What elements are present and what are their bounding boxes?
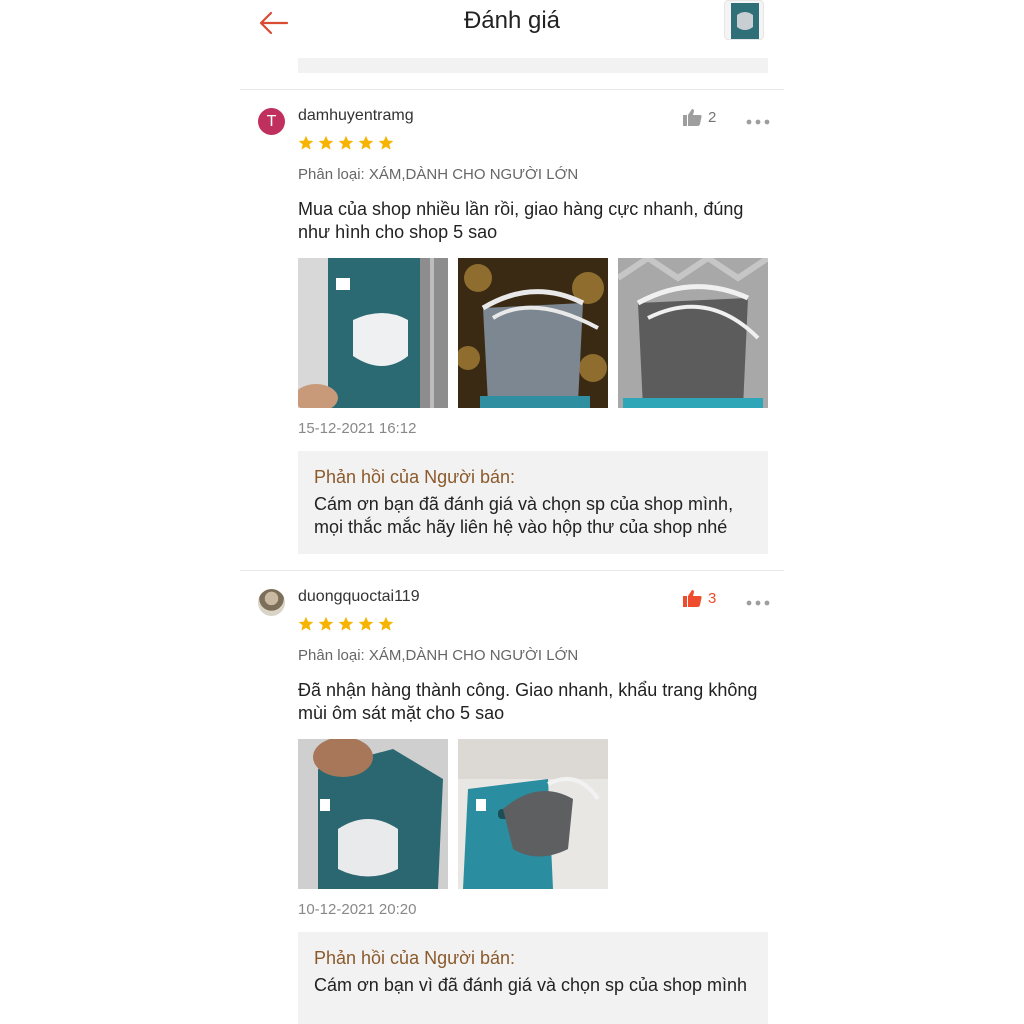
avatar[interactable] (258, 589, 285, 616)
avatar[interactable]: T (258, 108, 285, 135)
review-photo[interactable] (298, 739, 448, 889)
page-title: Đánh giá (463, 7, 561, 34)
variant-label: Phân loại: XÁM,DÀNH CHO NGƯỜI LỚN (298, 166, 579, 183)
like-button[interactable]: 2 (682, 107, 722, 127)
seller-reply: Phản hồi của Người bán: Cám ơn bạn vì đã… (298, 932, 768, 1024)
like-count: 2 (708, 108, 717, 126)
review-comment: Mua của shop nhiều lần rồi, giao hàng cự… (298, 199, 744, 242)
seller-reply: Phản hồi của Người bán: Cám ơn bạn đã đá… (298, 451, 768, 554)
like-button[interactable]: 3 (682, 588, 722, 608)
review-photo[interactable] (618, 258, 768, 408)
review-item: duongquoctai119 3 Phân loại: XÁM,DÀNH CH… (240, 571, 784, 1024)
more-dots-icon (746, 119, 770, 125)
star-rating (298, 135, 394, 151)
star-icon (318, 135, 334, 150)
username[interactable]: damhuyentramg (298, 107, 414, 125)
review-photo[interactable] (458, 258, 608, 408)
star-rating (298, 616, 394, 632)
star-icon (298, 135, 314, 150)
variant-label: Phân loại: XÁM,DÀNH CHO NGƯỜI LỚN (298, 647, 579, 664)
review-photos (298, 258, 768, 408)
star-icon (358, 616, 374, 631)
star-icon (358, 135, 374, 150)
review-comment: Đã nhận hàng thành công. Giao nhanh, khẩ… (298, 680, 758, 723)
thumbs-up-icon (683, 590, 702, 607)
seller-reply-title: Phản hồi của Người bán: (314, 467, 515, 487)
thumbs-up-icon (683, 109, 702, 126)
like-count: 3 (708, 589, 717, 607)
previous-reply-box (298, 58, 768, 73)
username[interactable]: duongquoctai119 (298, 588, 420, 606)
review-item: T damhuyentramg 2 Phân loại: XÁM,DÀNH CH… (240, 90, 784, 570)
review-photo[interactable] (458, 739, 608, 889)
more-dots-icon (746, 600, 770, 606)
top-bar: Đánh giá (240, 0, 784, 44)
review-date: 10-12-2021 20:20 (298, 901, 417, 918)
review-date: 15-12-2021 16:12 (298, 420, 417, 437)
star-icon (298, 616, 314, 631)
more-options-button[interactable] (746, 594, 770, 606)
more-options-button[interactable] (746, 113, 770, 125)
star-icon (318, 616, 334, 631)
seller-reply-text: Cám ơn bạn đã đánh giá và chọn sp của sh… (314, 494, 734, 537)
star-icon (378, 616, 394, 631)
seller-reply-title: Phản hồi của Người bán: (314, 948, 515, 968)
seller-reply-text: Cám ơn bạn vì đã đánh giá và chọn sp của… (314, 975, 748, 995)
product-thumbnail[interactable] (724, 0, 764, 40)
star-icon (378, 135, 394, 150)
review-photo[interactable] (298, 258, 448, 408)
review-photos (298, 739, 608, 889)
star-icon (338, 135, 354, 150)
star-icon (338, 616, 354, 631)
